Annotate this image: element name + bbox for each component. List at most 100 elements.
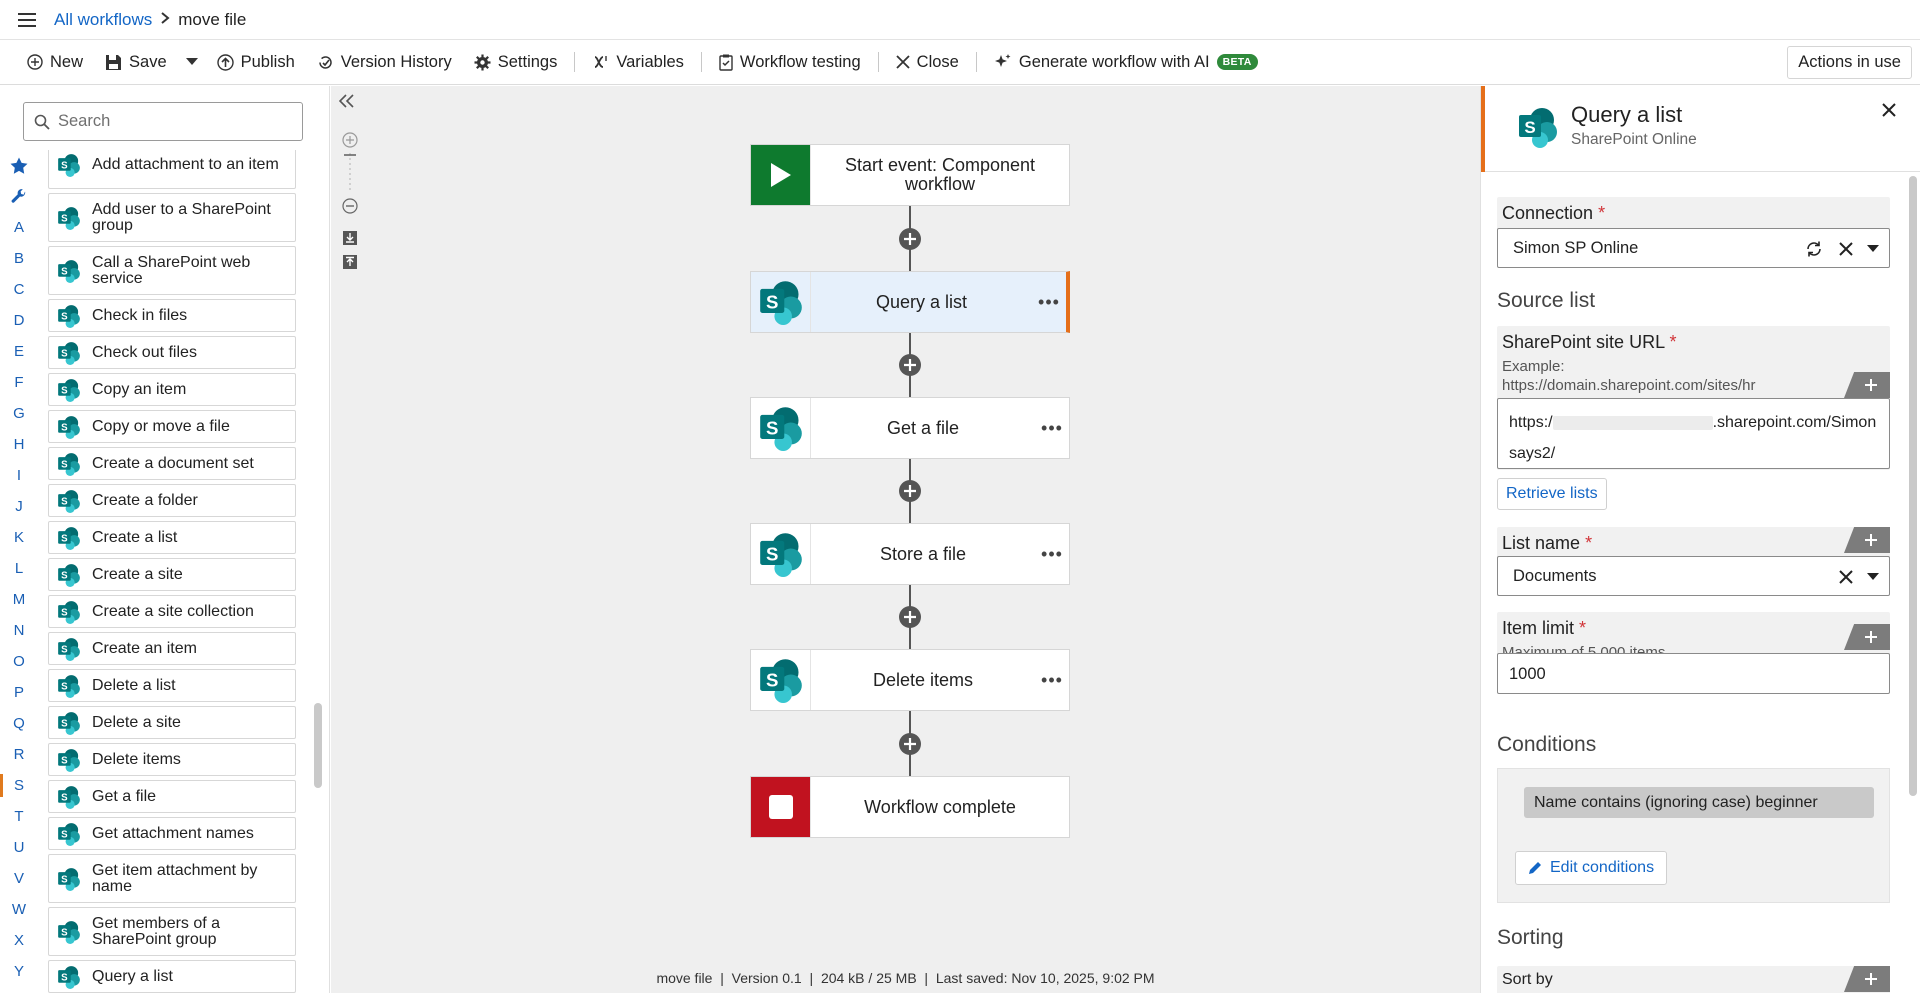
action-item[interactable]: S Create a site collection xyxy=(48,595,296,628)
alphabet-letter-i[interactable]: I xyxy=(0,460,38,491)
publish-button[interactable]: Publish xyxy=(206,45,306,79)
add-action-button[interactable] xyxy=(899,227,921,250)
add-action-button[interactable] xyxy=(899,732,921,755)
menu-icon[interactable] xyxy=(0,0,54,40)
search-input[interactable] xyxy=(58,112,278,131)
settings-button[interactable]: Settings xyxy=(463,45,569,79)
alphabet-letter-s[interactable]: S xyxy=(0,770,38,801)
version-history-button[interactable]: Version History xyxy=(306,45,463,79)
download-icon[interactable] xyxy=(341,229,359,247)
alphabet-letter-b[interactable]: B xyxy=(0,243,38,274)
upload-icon[interactable] xyxy=(341,253,359,271)
action-item[interactable]: S Add attachment to an item xyxy=(48,150,296,189)
alphabet-letter-u[interactable]: U xyxy=(0,832,38,863)
wrench-icon[interactable] xyxy=(0,181,38,212)
more-options-icon[interactable]: ••• xyxy=(1032,292,1066,313)
action-item[interactable]: S Delete a list xyxy=(48,669,296,702)
source-list-title: Source list xyxy=(1497,289,1596,312)
save-dropdown-button[interactable] xyxy=(178,45,206,79)
action-item[interactable]: S Check out files xyxy=(48,336,296,369)
alphabet-letter-t[interactable]: T xyxy=(0,801,38,832)
action-item[interactable]: S Call a SharePoint web service xyxy=(48,246,296,295)
site-url-example-label: Example: xyxy=(1502,358,1565,375)
add-action-button[interactable] xyxy=(899,606,921,628)
more-options-icon[interactable]: ••• xyxy=(1035,418,1069,439)
edit-conditions-label: Edit conditions xyxy=(1550,859,1655,876)
more-options-icon[interactable]: ••• xyxy=(1035,670,1069,691)
action-item[interactable]: S Delete a site xyxy=(48,706,296,739)
alphabet-letter-e[interactable]: E xyxy=(0,336,38,367)
alphabet-letter-d[interactable]: D xyxy=(0,305,38,336)
alphabet-letter-x[interactable]: X xyxy=(0,925,38,956)
clear-icon[interactable] xyxy=(1839,570,1853,584)
new-button[interactable]: New xyxy=(16,45,94,79)
action-item[interactable]: S Check in files xyxy=(48,299,296,332)
close-panel-icon[interactable] xyxy=(1881,102,1897,123)
retrieve-lists-button[interactable]: Retrieve lists xyxy=(1497,478,1607,510)
favorites-star-icon[interactable] xyxy=(0,150,38,181)
action-item[interactable]: S Copy an item xyxy=(48,373,296,406)
save-button[interactable]: Save xyxy=(94,45,178,79)
workflow-node-sharepoint[interactable]: S Store a file ••• xyxy=(750,523,1070,585)
add-action-button[interactable] xyxy=(899,480,921,502)
action-item[interactable]: S Get item attachment by name xyxy=(48,854,296,903)
refresh-icon[interactable] xyxy=(1805,240,1823,258)
add-action-button[interactable] xyxy=(899,354,921,376)
action-item[interactable]: S Copy or move a file xyxy=(48,410,296,443)
alphabet-letter-p[interactable]: P xyxy=(0,677,38,708)
generate-workflow-ai-button[interactable]: Generate workflow with AI BETA xyxy=(983,45,1269,79)
action-item[interactable]: S Delete items xyxy=(48,743,296,776)
workflow-node-sharepoint[interactable]: S Delete items ••• xyxy=(750,649,1070,711)
alphabet-letter-r[interactable]: R xyxy=(0,739,38,770)
alphabet-letter-c[interactable]: C xyxy=(0,274,38,305)
workflow-node-sharepoint[interactable]: S Query a list ••• xyxy=(750,271,1070,333)
alphabet-letter-l[interactable]: L xyxy=(0,553,38,584)
more-options-icon[interactable]: ••• xyxy=(1035,544,1069,565)
site-url-input[interactable]: https:/.sharepoint.com/Simonsays2/ xyxy=(1497,398,1890,469)
action-item[interactable]: S Query a list xyxy=(48,960,296,993)
workflow-node-start[interactable]: Start event: Component workflow xyxy=(750,144,1070,206)
zoom-out-icon[interactable] xyxy=(341,197,359,215)
zoom-slider[interactable] xyxy=(341,153,359,193)
collapse-panel-icon[interactable] xyxy=(338,94,355,113)
alphabet-letter-n[interactable]: N xyxy=(0,615,38,646)
alphabet-letter-w[interactable]: W xyxy=(0,894,38,925)
workflow-node-sharepoint[interactable]: S Get a file ••• xyxy=(750,397,1070,459)
caret-down-icon[interactable] xyxy=(1867,573,1879,581)
action-item[interactable]: S Create a document set xyxy=(48,447,296,480)
action-item[interactable]: S Create a site xyxy=(48,558,296,591)
alphabet-letter-v[interactable]: V xyxy=(0,863,38,894)
action-item[interactable]: S Create a folder xyxy=(48,484,296,517)
breadcrumb-all-workflows[interactable]: All workflows xyxy=(54,10,152,30)
action-item[interactable]: S Get a file xyxy=(48,780,296,813)
alphabet-letter-h[interactable]: H xyxy=(0,429,38,460)
item-limit-input[interactable]: 1000 xyxy=(1497,653,1890,694)
connection-select[interactable]: Simon SP Online xyxy=(1497,228,1890,268)
workflow-testing-button[interactable]: Workflow testing xyxy=(708,45,872,79)
alphabet-letter-a[interactable]: A xyxy=(0,212,38,243)
list-name-select[interactable]: Documents xyxy=(1497,556,1890,596)
alphabet-letter-q[interactable]: Q xyxy=(0,708,38,739)
clear-icon[interactable] xyxy=(1839,242,1853,256)
alphabet-letter-f[interactable]: F xyxy=(0,367,38,398)
alphabet-letter-k[interactable]: K xyxy=(0,522,38,553)
action-item[interactable]: S Get attachment names xyxy=(48,817,296,850)
alphabet-letter-j[interactable]: J xyxy=(0,491,38,522)
alphabet-letter-m[interactable]: M xyxy=(0,584,38,615)
action-item[interactable]: S Create a list xyxy=(48,521,296,554)
action-item[interactable]: S Add user to a SharePoint group xyxy=(48,193,296,242)
action-item[interactable]: S Get members of a SharePoint group xyxy=(48,907,296,956)
caret-down-icon[interactable] xyxy=(1867,245,1879,253)
zoom-in-icon[interactable] xyxy=(341,131,359,149)
action-item[interactable]: S Create an item xyxy=(48,632,296,665)
variables-button[interactable]: Variables xyxy=(581,45,695,79)
alphabet-letter-g[interactable]: G xyxy=(0,398,38,429)
close-button[interactable]: Close xyxy=(885,45,970,79)
workflow-node-end[interactable]: Workflow complete xyxy=(750,776,1070,838)
action-list-scrollbar[interactable] xyxy=(314,703,322,788)
alphabet-letter-y[interactable]: Y xyxy=(0,956,38,987)
edit-conditions-button[interactable]: Edit conditions xyxy=(1515,851,1668,885)
alphabet-letter-o[interactable]: O xyxy=(0,646,38,677)
actions-in-use-button[interactable]: Actions in use xyxy=(1787,46,1912,79)
panel-scrollbar[interactable] xyxy=(1909,176,1917,796)
